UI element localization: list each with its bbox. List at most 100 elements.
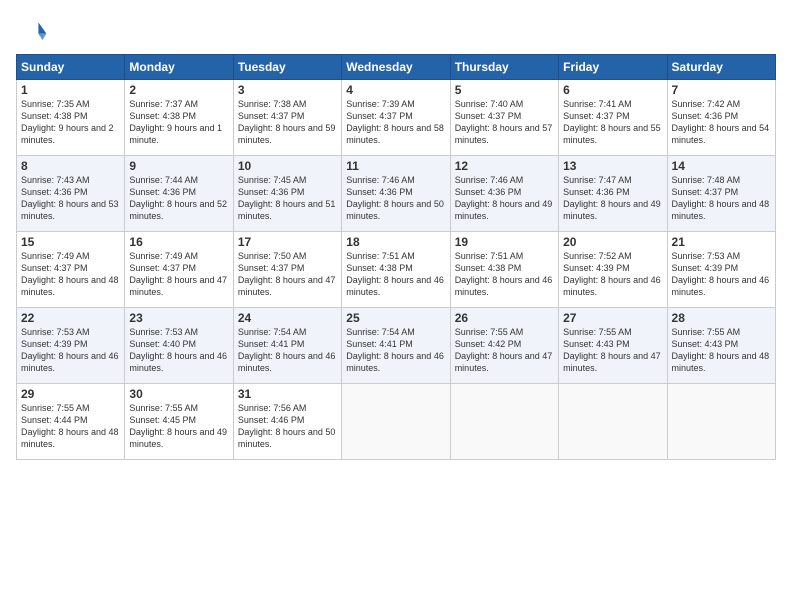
calendar-cell: 13 Sunrise: 7:47 AM Sunset: 4:36 PM Dayl…: [559, 156, 667, 232]
day-number: 22: [21, 311, 120, 325]
header: [16, 16, 776, 48]
week-row-4: 22 Sunrise: 7:53 AM Sunset: 4:39 PM Dayl…: [17, 308, 776, 384]
cell-info: Sunrise: 7:50 AM Sunset: 4:37 PM Dayligh…: [238, 250, 337, 299]
day-number: 9: [129, 159, 228, 173]
header-day-friday: Friday: [559, 55, 667, 80]
day-number: 21: [672, 235, 771, 249]
calendar-cell: 16 Sunrise: 7:49 AM Sunset: 4:37 PM Dayl…: [125, 232, 233, 308]
day-number: 20: [563, 235, 662, 249]
calendar-cell: 24 Sunrise: 7:54 AM Sunset: 4:41 PM Dayl…: [233, 308, 341, 384]
day-number: 23: [129, 311, 228, 325]
calendar-cell: [342, 384, 450, 460]
calendar-cell: 17 Sunrise: 7:50 AM Sunset: 4:37 PM Dayl…: [233, 232, 341, 308]
cell-info: Sunrise: 7:45 AM Sunset: 4:36 PM Dayligh…: [238, 174, 337, 223]
week-row-3: 15 Sunrise: 7:49 AM Sunset: 4:37 PM Dayl…: [17, 232, 776, 308]
day-number: 11: [346, 159, 445, 173]
cell-info: Sunrise: 7:55 AM Sunset: 4:42 PM Dayligh…: [455, 326, 554, 375]
calendar-cell: 1 Sunrise: 7:35 AM Sunset: 4:38 PM Dayli…: [17, 80, 125, 156]
calendar-cell: [559, 384, 667, 460]
day-number: 4: [346, 83, 445, 97]
calendar-cell: 25 Sunrise: 7:54 AM Sunset: 4:41 PM Dayl…: [342, 308, 450, 384]
header-day-sunday: Sunday: [17, 55, 125, 80]
cell-info: Sunrise: 7:53 AM Sunset: 4:40 PM Dayligh…: [129, 326, 228, 375]
calendar-cell: 8 Sunrise: 7:43 AM Sunset: 4:36 PM Dayli…: [17, 156, 125, 232]
cell-info: Sunrise: 7:55 AM Sunset: 4:44 PM Dayligh…: [21, 402, 120, 451]
cell-info: Sunrise: 7:41 AM Sunset: 4:37 PM Dayligh…: [563, 98, 662, 147]
calendar-cell: [450, 384, 558, 460]
logo-icon: [16, 16, 48, 48]
calendar-cell: 15 Sunrise: 7:49 AM Sunset: 4:37 PM Dayl…: [17, 232, 125, 308]
cell-info: Sunrise: 7:48 AM Sunset: 4:37 PM Dayligh…: [672, 174, 771, 223]
calendar-cell: 2 Sunrise: 7:37 AM Sunset: 4:38 PM Dayli…: [125, 80, 233, 156]
calendar-cell: 27 Sunrise: 7:55 AM Sunset: 4:43 PM Dayl…: [559, 308, 667, 384]
day-number: 24: [238, 311, 337, 325]
cell-info: Sunrise: 7:42 AM Sunset: 4:36 PM Dayligh…: [672, 98, 771, 147]
week-row-2: 8 Sunrise: 7:43 AM Sunset: 4:36 PM Dayli…: [17, 156, 776, 232]
cell-info: Sunrise: 7:46 AM Sunset: 4:36 PM Dayligh…: [346, 174, 445, 223]
cell-info: Sunrise: 7:55 AM Sunset: 4:43 PM Dayligh…: [563, 326, 662, 375]
cell-info: Sunrise: 7:49 AM Sunset: 4:37 PM Dayligh…: [129, 250, 228, 299]
day-number: 25: [346, 311, 445, 325]
calendar-cell: 18 Sunrise: 7:51 AM Sunset: 4:38 PM Dayl…: [342, 232, 450, 308]
logo: [16, 16, 52, 48]
calendar-table: SundayMondayTuesdayWednesdayThursdayFrid…: [16, 54, 776, 460]
cell-info: Sunrise: 7:38 AM Sunset: 4:37 PM Dayligh…: [238, 98, 337, 147]
cell-info: Sunrise: 7:56 AM Sunset: 4:46 PM Dayligh…: [238, 402, 337, 451]
cell-info: Sunrise: 7:55 AM Sunset: 4:45 PM Dayligh…: [129, 402, 228, 451]
day-number: 13: [563, 159, 662, 173]
cell-info: Sunrise: 7:53 AM Sunset: 4:39 PM Dayligh…: [21, 326, 120, 375]
calendar-cell: 11 Sunrise: 7:46 AM Sunset: 4:36 PM Dayl…: [342, 156, 450, 232]
day-number: 28: [672, 311, 771, 325]
day-number: 8: [21, 159, 120, 173]
calendar-cell: 4 Sunrise: 7:39 AM Sunset: 4:37 PM Dayli…: [342, 80, 450, 156]
calendar-cell: [667, 384, 775, 460]
cell-info: Sunrise: 7:49 AM Sunset: 4:37 PM Dayligh…: [21, 250, 120, 299]
cell-info: Sunrise: 7:46 AM Sunset: 4:36 PM Dayligh…: [455, 174, 554, 223]
day-number: 5: [455, 83, 554, 97]
cell-info: Sunrise: 7:51 AM Sunset: 4:38 PM Dayligh…: [455, 250, 554, 299]
calendar-cell: 5 Sunrise: 7:40 AM Sunset: 4:37 PM Dayli…: [450, 80, 558, 156]
day-number: 16: [129, 235, 228, 249]
calendar-cell: 9 Sunrise: 7:44 AM Sunset: 4:36 PM Dayli…: [125, 156, 233, 232]
day-number: 29: [21, 387, 120, 401]
day-number: 17: [238, 235, 337, 249]
day-number: 30: [129, 387, 228, 401]
day-number: 7: [672, 83, 771, 97]
cell-info: Sunrise: 7:43 AM Sunset: 4:36 PM Dayligh…: [21, 174, 120, 223]
day-number: 1: [21, 83, 120, 97]
day-number: 12: [455, 159, 554, 173]
calendar-cell: 26 Sunrise: 7:55 AM Sunset: 4:42 PM Dayl…: [450, 308, 558, 384]
cell-info: Sunrise: 7:54 AM Sunset: 4:41 PM Dayligh…: [238, 326, 337, 375]
day-number: 14: [672, 159, 771, 173]
header-day-saturday: Saturday: [667, 55, 775, 80]
calendar-cell: 29 Sunrise: 7:55 AM Sunset: 4:44 PM Dayl…: [17, 384, 125, 460]
header-day-wednesday: Wednesday: [342, 55, 450, 80]
day-number: 31: [238, 387, 337, 401]
cell-info: Sunrise: 7:55 AM Sunset: 4:43 PM Dayligh…: [672, 326, 771, 375]
calendar-cell: 3 Sunrise: 7:38 AM Sunset: 4:37 PM Dayli…: [233, 80, 341, 156]
calendar-cell: 19 Sunrise: 7:51 AM Sunset: 4:38 PM Dayl…: [450, 232, 558, 308]
cell-info: Sunrise: 7:40 AM Sunset: 4:37 PM Dayligh…: [455, 98, 554, 147]
calendar-cell: 22 Sunrise: 7:53 AM Sunset: 4:39 PM Dayl…: [17, 308, 125, 384]
cell-info: Sunrise: 7:51 AM Sunset: 4:38 PM Dayligh…: [346, 250, 445, 299]
cell-info: Sunrise: 7:37 AM Sunset: 4:38 PM Dayligh…: [129, 98, 228, 147]
page: SundayMondayTuesdayWednesdayThursdayFrid…: [0, 0, 792, 612]
calendar-cell: 31 Sunrise: 7:56 AM Sunset: 4:46 PM Dayl…: [233, 384, 341, 460]
cell-info: Sunrise: 7:52 AM Sunset: 4:39 PM Dayligh…: [563, 250, 662, 299]
header-row: SundayMondayTuesdayWednesdayThursdayFrid…: [17, 55, 776, 80]
day-number: 26: [455, 311, 554, 325]
week-row-1: 1 Sunrise: 7:35 AM Sunset: 4:38 PM Dayli…: [17, 80, 776, 156]
day-number: 15: [21, 235, 120, 249]
calendar-cell: 21 Sunrise: 7:53 AM Sunset: 4:39 PM Dayl…: [667, 232, 775, 308]
header-day-monday: Monday: [125, 55, 233, 80]
calendar-cell: 6 Sunrise: 7:41 AM Sunset: 4:37 PM Dayli…: [559, 80, 667, 156]
cell-info: Sunrise: 7:44 AM Sunset: 4:36 PM Dayligh…: [129, 174, 228, 223]
day-number: 6: [563, 83, 662, 97]
week-row-5: 29 Sunrise: 7:55 AM Sunset: 4:44 PM Dayl…: [17, 384, 776, 460]
calendar-cell: 12 Sunrise: 7:46 AM Sunset: 4:36 PM Dayl…: [450, 156, 558, 232]
calendar-cell: 30 Sunrise: 7:55 AM Sunset: 4:45 PM Dayl…: [125, 384, 233, 460]
calendar-cell: 28 Sunrise: 7:55 AM Sunset: 4:43 PM Dayl…: [667, 308, 775, 384]
day-number: 27: [563, 311, 662, 325]
header-day-thursday: Thursday: [450, 55, 558, 80]
calendar-cell: 20 Sunrise: 7:52 AM Sunset: 4:39 PM Dayl…: [559, 232, 667, 308]
